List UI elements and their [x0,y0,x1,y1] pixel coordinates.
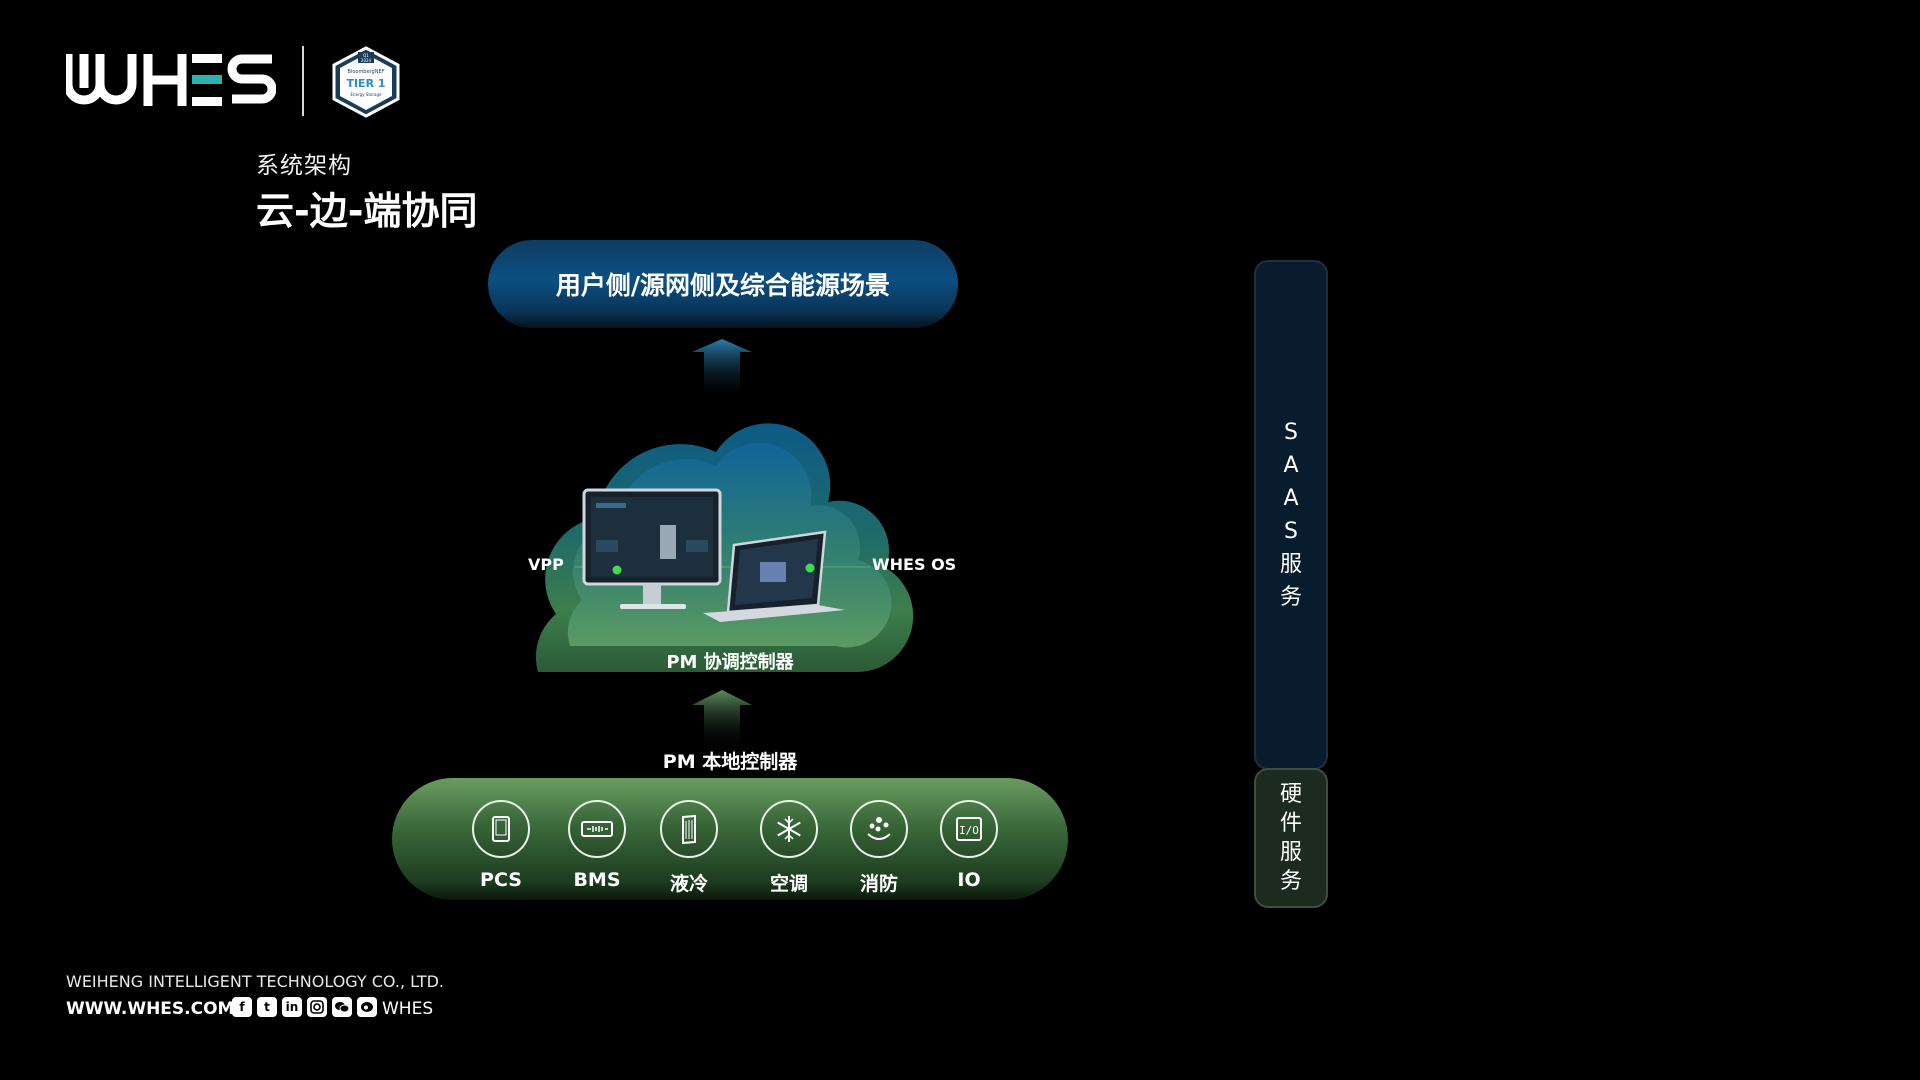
scenario-pill: 用户侧/源网侧及综合能源场景 [488,240,958,328]
device-bar: PCS BMS 液冷 空调 消防 I/O IO [392,778,1068,900]
vpp-label: VPP [528,555,564,574]
vpp-dot [612,565,622,575]
architecture-diagram [535,339,914,750]
os-dot [805,563,815,573]
device-label-pcs: PCS [480,869,522,891]
device-label-fire-protection: 消防 [859,873,898,895]
website-link[interactable]: WWW.WHES.COM [66,999,234,1019]
saas-char: A [1283,453,1299,478]
hardware-char: 务 [1279,869,1302,894]
section-subtitle: 系统架构 [256,153,352,179]
device-io: I/O IO [924,800,1014,891]
hardware-service-bar: 硬 件 服 务 [1254,768,1328,908]
brand-label: WHES [382,999,434,1019]
svg-text:I/O: I/O [959,824,979,837]
pm-local-label: PM 本地控制器 [662,751,798,773]
device-label-io: IO [957,869,981,891]
device-label-air-conditioning: 空调 [769,873,808,895]
hardware-char: 服 [1279,840,1302,865]
bms-icon [568,800,626,858]
saas-char: 务 [1279,585,1302,610]
device-liquid-cooling: 液冷 [644,800,734,896]
device-air-conditioning: 空调 [744,800,834,896]
io-icon: I/O [940,800,998,858]
saas-char: S [1284,519,1298,544]
device-label-bms: BMS [573,869,621,891]
bnef-tier1-badge: Q1 2024 BloombergNEF TIER 1 Energy Stora… [332,46,400,118]
page-title: 云-边-端协同 [256,189,478,233]
hardware-char: 硬 [1279,782,1302,807]
pcs-icon [472,800,530,858]
badge-line2: 2024 [361,58,372,63]
device-bms: BMS [552,800,642,891]
weibo-icon[interactable] [357,997,377,1017]
liquid-cooling-icon [660,800,718,858]
saas-char: S [1284,420,1298,445]
linkedin-icon[interactable]: in [282,997,302,1017]
fire-protection-icon [850,800,908,858]
wechat-icon[interactable] [332,997,352,1017]
arrow-up-top [692,339,752,400]
arrow-up-bottom [692,690,752,750]
instagram-icon[interactable] [307,997,327,1017]
device-pcs: PCS [456,800,546,891]
device-label-liquid-cooling: 液冷 [669,873,708,895]
twitter-icon[interactable]: t [257,997,277,1017]
whes-logo [66,54,276,106]
company-name: WEIHENG INTELLIGENT TECHNOLOGY CO., LTD. [66,972,445,991]
badge-line5: Energy Storage [351,92,382,97]
pm-coordinator-label: PM 协调控制器 [666,652,794,673]
social-links: f t in [232,997,377,1017]
whes-os-label: WHES OS [872,555,957,574]
facebook-icon[interactable]: f [232,997,252,1017]
saas-service-bar: S A A S 服 务 [1254,260,1328,770]
hardware-char: 件 [1279,811,1302,836]
logo-divider [302,46,304,116]
saas-char: 服 [1279,552,1302,577]
badge-line4: TIER 1 [346,77,385,90]
device-fire-protection: 消防 [834,800,924,896]
snowflake-icon [760,800,818,858]
saas-char: A [1283,486,1299,511]
badge-line3: BloombergNEF [348,69,385,75]
